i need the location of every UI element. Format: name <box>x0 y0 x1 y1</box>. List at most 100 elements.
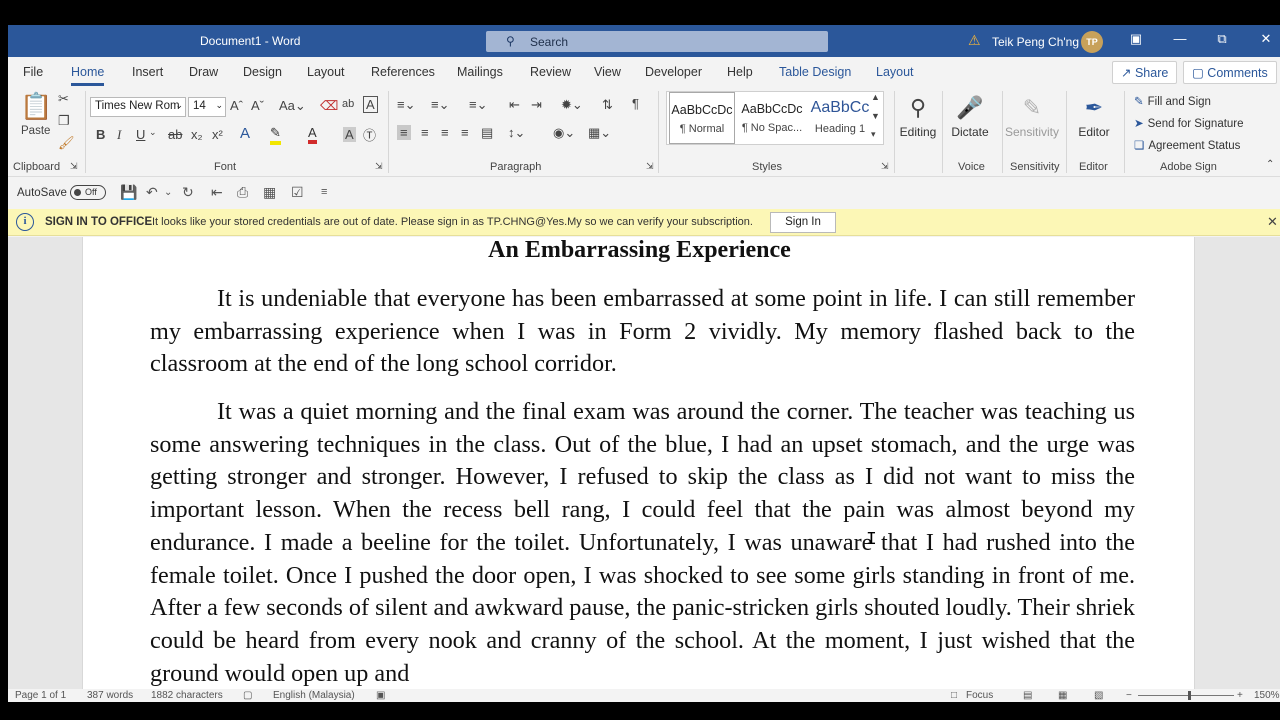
zoom-out-icon[interactable]: − <box>1126 690 1132 701</box>
tab-draw[interactable]: Draw <box>189 65 218 79</box>
autosave-toggle[interactable]: Off <box>70 185 106 200</box>
ribbon-display-icon[interactable]: ▣ <box>1126 31 1146 47</box>
line-spacing-icon[interactable]: ↕⌄ <box>508 125 525 141</box>
shrink-font-icon[interactable]: Aˇ <box>251 98 264 113</box>
enclose-characters-icon[interactable]: Ⓣ <box>363 125 376 144</box>
asian-layout-icon[interactable]: ✹⌄ <box>561 97 583 113</box>
font-size-combo[interactable]: 14 ⌄ <box>188 97 226 117</box>
tab-table-layout[interactable]: Layout <box>876 65 914 79</box>
align-center-icon[interactable]: ≡ <box>421 125 429 140</box>
character-shading-icon[interactable]: A <box>343 127 356 142</box>
strikethrough-icon[interactable]: ab <box>168 127 182 142</box>
shading-icon[interactable]: ◉⌄ <box>553 125 575 141</box>
print-icon[interactable]: ⎙ <box>237 184 248 201</box>
user-name[interactable]: Teik Peng Ch'ng <box>992 35 1079 49</box>
subscript-icon[interactable]: x₂ <box>191 127 203 142</box>
italic-icon[interactable]: I <box>117 127 121 143</box>
tab-review[interactable]: Review <box>530 65 571 79</box>
zoom-slider-thumb[interactable] <box>1188 691 1191 700</box>
paste-icon[interactable]: 📋 <box>20 91 52 122</box>
comments-button[interactable]: ▢ Comments <box>1183 61 1277 84</box>
scroll-up-icon[interactable]: ▲ <box>871 92 880 102</box>
character-count[interactable]: 1882 characters <box>151 690 223 701</box>
bullets-icon[interactable]: ≡⌄ <box>397 97 415 113</box>
language[interactable]: English (Malaysia) <box>273 690 355 701</box>
chevron-down-icon[interactable]: ⌄ <box>149 127 157 138</box>
copy-icon[interactable]: ❐ <box>58 113 70 129</box>
save-icon[interactable]: 💾 <box>120 184 137 201</box>
tab-home[interactable]: Home <box>71 65 105 86</box>
restore-icon[interactable]: ⧉ <box>1212 31 1232 47</box>
sign-in-button[interactable]: Sign In <box>770 212 836 233</box>
minimize-icon[interactable]: — <box>1170 31 1190 46</box>
word-count[interactable]: 387 words <box>87 690 133 701</box>
table-icon[interactable]: ▦ <box>263 184 276 201</box>
justify-icon[interactable]: ≡ <box>461 125 469 140</box>
zoom-level[interactable]: 150% <box>1254 690 1280 701</box>
sensitivity-button[interactable]: ✎ Sensitivity <box>1004 91 1060 139</box>
highlight-icon[interactable]: ✎ <box>270 125 281 145</box>
zoom-slider[interactable] <box>1138 695 1234 696</box>
checklist-icon[interactable]: ☑ <box>291 184 304 201</box>
fill-and-sign-button[interactable]: ✎ Fill and Sign <box>1134 94 1211 108</box>
phonetic-guide-icon[interactable]: ab <box>342 98 354 110</box>
close-icon[interactable]: ✕ <box>1256 31 1276 47</box>
chevron-down-icon[interactable]: ⌄ <box>164 187 172 198</box>
format-painter-icon[interactable]: 🖌 <box>58 135 75 151</box>
superscript-icon[interactable]: x² <box>212 127 223 142</box>
accessibility-icon[interactable]: ▣ <box>376 690 385 701</box>
align-right-icon[interactable]: ≡ <box>441 125 449 140</box>
dialog-launcher-icon[interactable]: ⇲ <box>70 161 78 172</box>
font-name-combo[interactable]: Times New Rom ⌄ <box>90 97 186 117</box>
style-no-spacing[interactable]: AaBbCcDc ¶ No Spac... <box>739 92 805 144</box>
numbering-icon[interactable]: ≡⌄ <box>431 97 449 113</box>
warning-icon[interactable]: ⚠ <box>968 32 981 49</box>
tab-help[interactable]: Help <box>727 65 753 79</box>
search-box[interactable]: ⚲ Search <box>486 31 828 52</box>
font-color-icon[interactable]: A <box>308 125 317 144</box>
web-layout-icon[interactable]: ▧ <box>1094 690 1103 701</box>
underline-icon[interactable]: U <box>136 127 145 142</box>
bold-icon[interactable]: B <box>96 127 105 142</box>
read-mode-icon[interactable]: ▤ <box>1023 690 1032 701</box>
paste-label[interactable]: Paste <box>21 125 50 137</box>
multilevel-list-icon[interactable]: ≡⌄ <box>469 97 487 113</box>
tab-insert[interactable]: Insert <box>132 65 163 79</box>
clear-formatting-icon[interactable]: ⌫ <box>320 98 338 114</box>
page-count[interactable]: Page 1 of 1 <box>15 690 66 701</box>
print-layout-icon[interactable]: ▦ <box>1058 690 1067 701</box>
close-icon[interactable]: ✕ <box>1267 214 1278 230</box>
dictate-button[interactable]: 🎤 Dictate <box>942 91 998 139</box>
grow-font-icon[interactable]: Aˆ <box>230 98 243 113</box>
document-page[interactable]: An Embarrassing Experience It is undenia… <box>82 237 1195 689</box>
more-styles-icon[interactable]: ▾ <box>871 129 876 140</box>
redo-icon[interactable]: ↻ <box>182 184 194 201</box>
document-paragraph[interactable]: It was a quiet morning and the final exa… <box>150 396 1135 689</box>
tab-references[interactable]: References <box>371 65 435 79</box>
decrease-indent-icon[interactable]: ⇤ <box>509 97 520 113</box>
customize-qat-icon[interactable]: ≡ <box>321 186 327 198</box>
dialog-launcher-icon[interactable]: ⇲ <box>881 161 889 172</box>
proofing-icon[interactable]: ▢ <box>243 690 252 701</box>
style-heading-1[interactable]: AaBbCc Heading 1 <box>807 92 873 144</box>
cut-icon[interactable]: ✂ <box>58 91 69 107</box>
editing-button[interactable]: ⚲ Editing <box>890 91 946 139</box>
tab-layout[interactable]: Layout <box>307 65 345 79</box>
editor-button[interactable]: ✒ Editor <box>1066 91 1122 139</box>
tab-view[interactable]: View <box>594 65 621 79</box>
undo-icon[interactable]: ↶ <box>146 184 158 201</box>
sort-icon[interactable]: ⇅ <box>602 97 613 113</box>
scroll-down-icon[interactable]: ▼ <box>871 111 880 121</box>
dialog-launcher-icon[interactable]: ⇲ <box>375 161 383 172</box>
document-heading[interactable]: An Embarrassing Experience <box>83 237 1196 264</box>
distributed-icon[interactable]: ▤ <box>481 125 493 141</box>
tab-file[interactable]: File <box>23 65 43 79</box>
focus-mode[interactable]: Focus <box>966 690 993 701</box>
agreement-status-button[interactable]: ❏ Agreement Status <box>1134 138 1240 152</box>
align-left-icon[interactable]: ≡ <box>397 125 411 140</box>
tab-table-design[interactable]: Table Design <box>779 65 851 79</box>
borders-icon[interactable]: ▦⌄ <box>588 125 611 141</box>
style-normal[interactable]: AaBbCcDc ¶ Normal <box>669 92 735 144</box>
show-formatting-icon[interactable]: ¶ <box>632 96 639 111</box>
tab-design[interactable]: Design <box>243 65 282 79</box>
